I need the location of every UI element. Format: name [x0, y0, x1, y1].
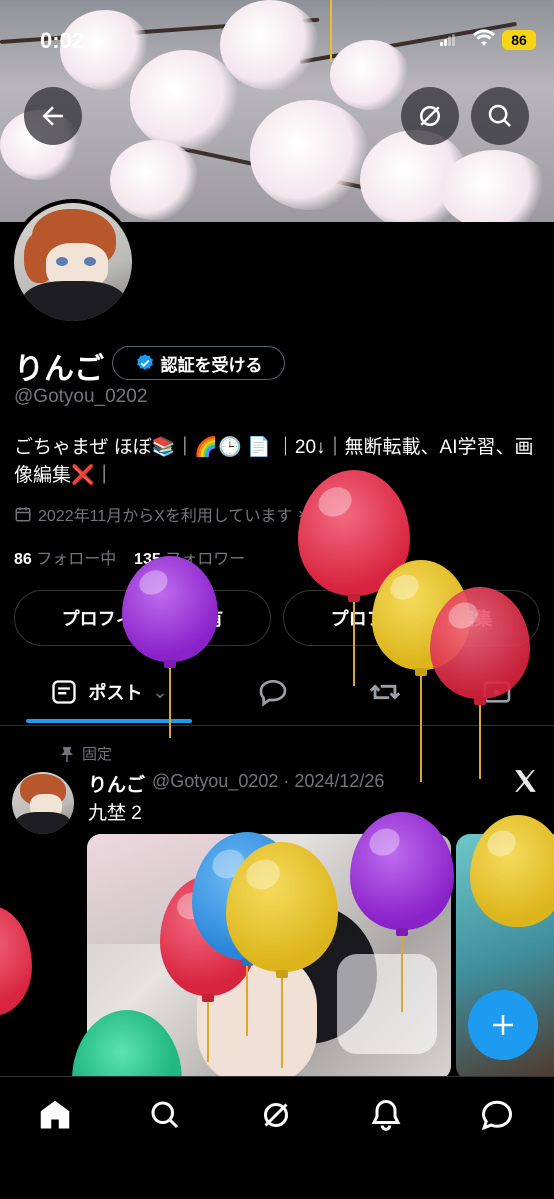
pin-icon	[61, 746, 73, 762]
pinned-indicator: 固定	[60, 743, 112, 764]
following-link[interactable]: 86 フォロー中	[14, 551, 116, 568]
arrow-left-icon	[42, 106, 63, 126]
back-button[interactable]	[24, 87, 82, 145]
nav-messages[interactable]	[479, 1097, 515, 1133]
search-icon	[488, 104, 511, 127]
grok-icon	[420, 106, 440, 126]
display-name: りんご	[14, 353, 104, 386]
wifi-icon	[473, 29, 495, 46]
joined-date[interactable]: 2022年11月からXを利用しています ›	[14, 502, 304, 526]
profile-handle: @Gotyou_0202	[14, 386, 148, 407]
grok-button[interactable]	[401, 87, 459, 145]
compose-button[interactable]	[468, 990, 538, 1060]
search-icon	[151, 1101, 179, 1129]
balloon-red-4	[0, 906, 32, 1016]
verified-badge-icon	[136, 354, 153, 370]
balloon-green	[72, 1010, 182, 1080]
calendar-icon	[15, 507, 31, 522]
plus-icon	[493, 1015, 513, 1035]
grok-icon	[264, 1103, 288, 1127]
nav-search[interactable]	[147, 1097, 183, 1133]
post-text: 九埜 2	[88, 803, 142, 824]
repost-icon	[369, 684, 401, 700]
profile-bio: ごちゃまぜ ほぼ📚｜🌈🕒 📄 ｜20↓｜無断転載、AI学習、画像編集❌｜	[14, 437, 534, 486]
home-icon	[40, 1100, 70, 1129]
active-tab-indicator	[26, 719, 192, 723]
pinned-label: 固定	[82, 746, 113, 763]
nav-home[interactable]	[37, 1097, 73, 1133]
bottom-navigation	[0, 1076, 554, 1199]
balloon-yellow-3	[226, 842, 338, 1068]
following-label: フォロー中	[36, 551, 117, 568]
tab-replies[interactable]	[240, 660, 306, 724]
post-avatar[interactable]	[12, 772, 74, 834]
messages-icon	[481, 1100, 513, 1131]
search-button[interactable]	[471, 87, 529, 145]
profile-avatar[interactable]	[10, 199, 136, 325]
post-meta: @Gotyou_0202 · 2024/12/26	[152, 771, 385, 791]
balloon-red-2	[430, 587, 530, 779]
x-logo-icon[interactable]	[512, 768, 538, 794]
bell-icon	[371, 1099, 401, 1131]
status-time: 0:02	[40, 28, 85, 53]
balloon-purple-2	[350, 812, 454, 1012]
balloon-yellow-2	[470, 815, 554, 927]
joined-label: 2022年11月からXを利用しています	[38, 508, 293, 525]
status-bar: 0:02 86	[0, 0, 554, 80]
following-count: 86	[14, 551, 32, 568]
get-verified-label: 認証を受ける	[160, 355, 263, 375]
posts-icon	[52, 680, 77, 704]
chevron-down-icon: ⌄	[152, 681, 168, 702]
tab-posts-label: ポスト	[88, 683, 143, 703]
battery-icon: 86	[502, 30, 536, 50]
post-author[interactable]: りんご	[88, 770, 145, 797]
balloon-purple	[122, 556, 218, 738]
nav-grok[interactable]	[258, 1097, 294, 1133]
tab-posts[interactable]: ポスト ⌄	[26, 660, 192, 724]
signal-icon	[440, 34, 456, 46]
get-verified-button[interactable]: 認証を受ける	[112, 346, 285, 380]
nav-notifications[interactable]	[368, 1097, 404, 1133]
reply-icon	[259, 679, 287, 707]
